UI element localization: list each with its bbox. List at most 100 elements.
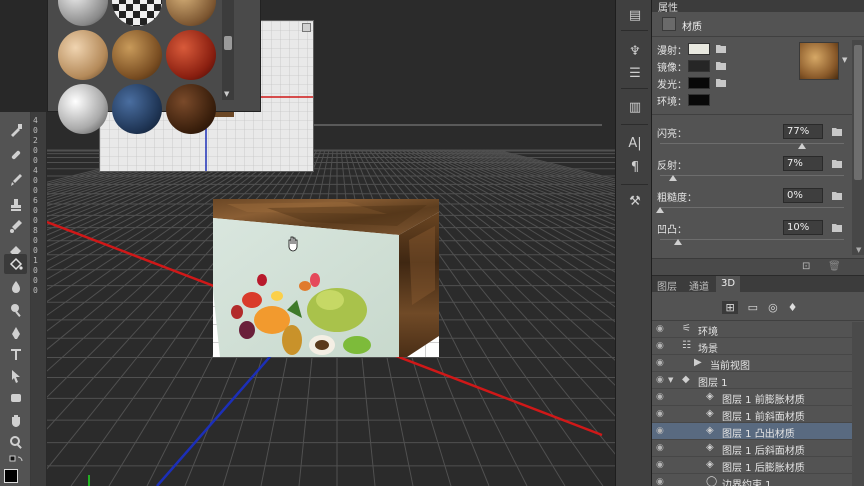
tab-1[interactable]: 通道: [684, 276, 714, 293]
layer-row[interactable]: ◉ ◈ 图层 1 前膨胀材质: [652, 389, 864, 406]
material-swatch-checker[interactable]: [112, 0, 162, 26]
slider-track[interactable]: [660, 143, 844, 144]
filter-light-icon[interactable]: ♦: [788, 301, 798, 314]
texture-folder-icon[interactable]: [716, 61, 726, 70]
expand-arrow-icon[interactable]: ▼: [668, 376, 680, 388]
eyedropper-tool-icon[interactable]: [4, 120, 27, 140]
visibility-eye-icon[interactable]: ◉: [656, 477, 664, 486]
material-swatch-wood[interactable]: [166, 0, 216, 26]
material-swatch-metal[interactable]: [58, 0, 108, 26]
layer-row[interactable]: ◉ ▶ 当前视图: [652, 355, 864, 372]
material-swatch-blue[interactable]: [112, 84, 162, 134]
canvas-3d-viewport[interactable]: ▼: [47, 0, 615, 486]
clone-source-panel-icon[interactable]: ▥: [625, 98, 645, 116]
visibility-eye-icon[interactable]: ◉: [656, 358, 664, 368]
slider-value-field[interactable]: 77%: [783, 124, 823, 139]
material-swatch-white[interactable]: [58, 84, 108, 134]
filter-mesh-icon[interactable]: ▭: [748, 301, 758, 314]
properties-panel-title: 属性: [658, 3, 678, 14]
slider-knob[interactable]: [674, 239, 683, 245]
slider-value-field[interactable]: 10%: [783, 220, 823, 235]
brush-panel-icon[interactable]: ♆: [625, 42, 645, 60]
layer-row[interactable]: ◉ ◈ 图层 1 凸出材质: [652, 423, 864, 440]
picker-scrollbar[interactable]: [222, 0, 234, 100]
texture-folder-icon[interactable]: [832, 159, 842, 168]
visibility-eye-icon[interactable]: ◉: [656, 392, 664, 402]
view-resize-icon[interactable]: [302, 23, 311, 32]
visibility-eye-icon[interactable]: ◉: [656, 324, 664, 334]
history-panel-icon[interactable]: ▤: [625, 6, 645, 24]
material-swatch-red[interactable]: [166, 30, 216, 80]
layer-row[interactable]: ◉ ◈ 图层 1 前斜面材质: [652, 406, 864, 423]
tab-2[interactable]: 3D: [716, 276, 741, 292]
property-color-swatch[interactable]: [688, 77, 710, 89]
ruler-tick-label: 4: [33, 116, 38, 125]
texture-folder-icon[interactable]: [832, 127, 842, 136]
visibility-eye-icon[interactable]: ◉: [656, 375, 664, 385]
picker-scroll-thumb[interactable]: [224, 36, 232, 50]
clone-stamp-tool-icon[interactable]: [4, 195, 27, 215]
material-preview-dropdown-icon[interactable]: ▼: [842, 56, 847, 64]
layer-row[interactable]: ◉ ◈ 图层 1 后膨胀材质: [652, 457, 864, 474]
new-layer-icon[interactable]: ⊡: [802, 261, 810, 272]
texture-folder-icon[interactable]: [832, 191, 842, 200]
paragraph-panel-icon[interactable]: ¶: [625, 158, 645, 176]
property-color-swatch[interactable]: [688, 94, 710, 106]
layer-row[interactable]: ◉ ⚟ 环境: [652, 321, 864, 338]
layers-scrollbar[interactable]: [852, 322, 864, 486]
brush-tool-icon[interactable]: [4, 170, 27, 190]
zoom-tool-icon[interactable]: [4, 432, 27, 452]
layer-row[interactable]: ◉ ▼ ◆ 图层 1: [652, 372, 864, 389]
blur-tool-icon[interactable]: [4, 277, 27, 297]
healing-brush-tool-icon[interactable]: [4, 145, 27, 165]
property-color-swatch[interactable]: [688, 60, 710, 72]
paint-bucket-tool-icon[interactable]: [4, 254, 27, 274]
material-swatch-cork[interactable]: [112, 30, 162, 80]
adjustments-panel-icon[interactable]: ☰: [625, 64, 645, 82]
material-swatch-skin[interactable]: [58, 30, 108, 80]
hand-tool-icon[interactable]: [4, 410, 27, 430]
layer-row[interactable]: ◉ ◯ 边界约束 1: [652, 474, 864, 486]
properties-scroll-thumb[interactable]: [854, 45, 862, 180]
slider-value-field[interactable]: 7%: [783, 156, 823, 171]
pen-tool-icon[interactable]: [4, 323, 27, 343]
slider-knob[interactable]: [656, 207, 664, 213]
type-tool-icon[interactable]: [4, 344, 27, 364]
slider-knob[interactable]: [797, 143, 806, 149]
material-preview-thumbnail[interactable]: [799, 42, 839, 80]
slider-track[interactable]: [660, 207, 844, 208]
slider-knob[interactable]: [668, 175, 677, 181]
material-swatch-brown[interactable]: [166, 84, 216, 134]
slider-track[interactable]: [660, 175, 844, 176]
slider-track[interactable]: [660, 239, 844, 240]
layer-row[interactable]: ◉ ☷ 场景: [652, 338, 864, 355]
visibility-eye-icon[interactable]: ◉: [656, 409, 664, 419]
character-panel-icon[interactable]: A|: [625, 134, 645, 152]
picker-menu-arrow-icon[interactable]: ▼: [224, 90, 229, 98]
foreground-color-swatch[interactable]: [4, 469, 18, 483]
material-icon: ◈: [706, 408, 714, 419]
scroll-down-arrow-icon[interactable]: ▼: [856, 246, 861, 254]
path-selection-tool-icon[interactable]: [4, 366, 27, 386]
ruler-tick-label: 0: [33, 216, 38, 225]
layer-row[interactable]: ◉ ◈ 图层 1 后斜面材质: [652, 440, 864, 457]
visibility-eye-icon[interactable]: ◉: [656, 341, 664, 351]
rectangle-tool-icon[interactable]: [4, 388, 27, 408]
visibility-eye-icon[interactable]: ◉: [656, 460, 664, 470]
visibility-eye-icon[interactable]: ◉: [656, 443, 664, 453]
tool-presets-panel-icon[interactable]: ⚒: [625, 192, 645, 210]
visibility-eye-icon[interactable]: ◉: [656, 426, 664, 436]
dodge-tool-icon[interactable]: [4, 300, 27, 320]
tab-0[interactable]: 图层: [652, 276, 682, 293]
texture-folder-icon[interactable]: [832, 223, 842, 232]
texture-folder-icon[interactable]: [716, 78, 726, 87]
material-type-icon: [662, 17, 676, 31]
filter-material-icon[interactable]: ◎: [768, 301, 778, 314]
filter-scene-icon[interactable]: ⊞: [722, 300, 738, 314]
ruler-tick-label: 0: [33, 176, 38, 185]
texture-folder-icon[interactable]: [716, 44, 726, 53]
property-color-swatch[interactable]: [688, 43, 710, 55]
delete-icon[interactable]: 🗑: [828, 261, 841, 272]
slider-value-field[interactable]: 0%: [783, 188, 823, 203]
history-brush-tool-icon[interactable]: [4, 216, 27, 236]
